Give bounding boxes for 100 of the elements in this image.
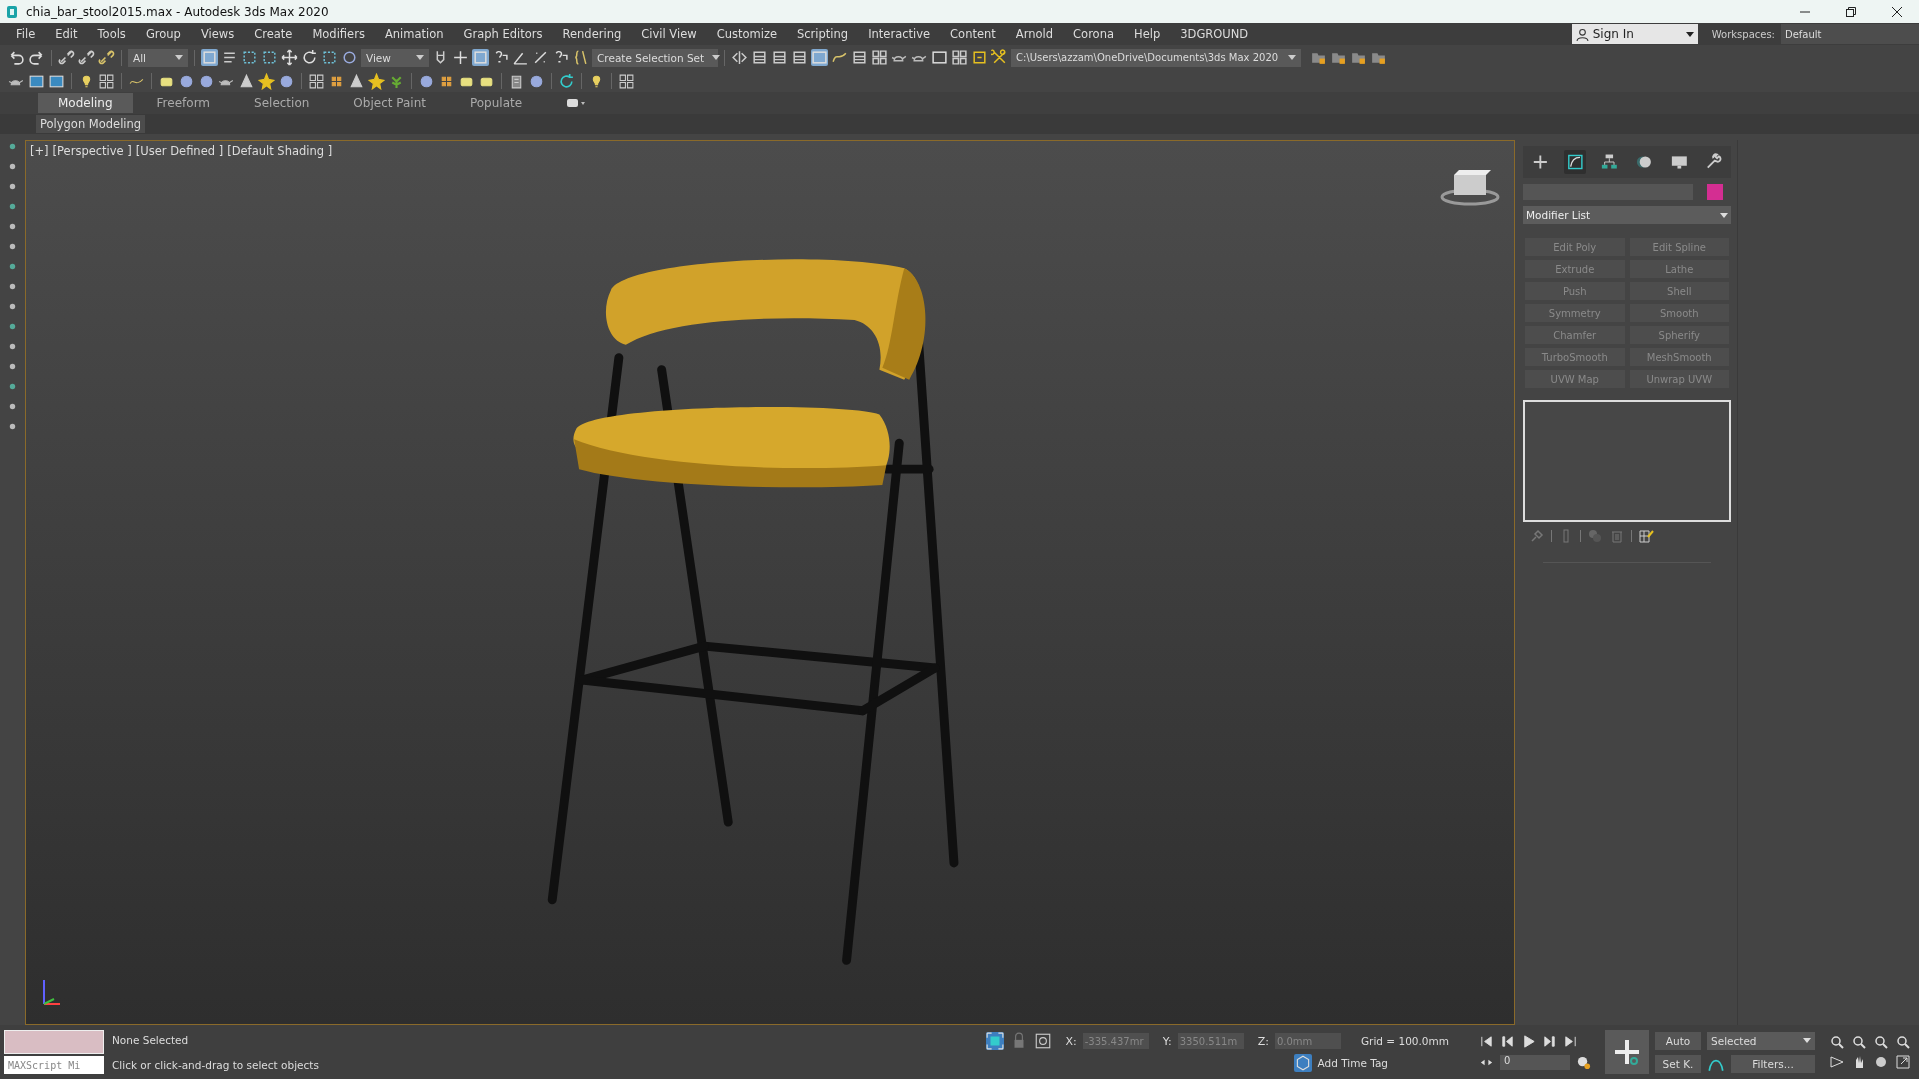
ribbon-tab[interactable]: Modeling	[38, 93, 133, 113]
scale-icon[interactable]	[321, 49, 338, 66]
zoom-all-icon[interactable]	[1851, 1034, 1867, 1050]
current-frame-spinner[interactable]: 0	[1500, 1055, 1570, 1070]
loop-icon[interactable]	[558, 72, 575, 90]
layers-icon[interactable]	[791, 49, 808, 66]
menu-item[interactable]: Corona	[1063, 27, 1124, 41]
link-icon[interactable]	[58, 49, 75, 66]
ribbon-options-icon[interactable]	[566, 98, 587, 108]
zoom-icon[interactable]	[1829, 1034, 1845, 1050]
brace-icon[interactable]	[572, 49, 589, 66]
set-key-button[interactable]	[1605, 1030, 1649, 1074]
viewport-label[interactable]: [+]	[30, 144, 49, 158]
maxscript-listener-field[interactable]	[4, 1030, 104, 1054]
menu-item[interactable]: Graph Editors	[453, 27, 553, 41]
auto-key-button[interactable]: Auto	[1655, 1031, 1701, 1050]
menu-item[interactable]: Views	[190, 27, 245, 41]
dot-icon[interactable]	[8, 362, 17, 371]
add-time-tag-label[interactable]: Add Time Tag	[1317, 1057, 1388, 1069]
isolate-icon[interactable]	[985, 1032, 1004, 1050]
mirror-icon[interactable]	[731, 49, 748, 66]
caret-icon	[1720, 212, 1728, 218]
modify-icon[interactable]	[1563, 150, 1587, 174]
cone-icon[interactable]	[238, 72, 255, 90]
redo-icon[interactable]	[28, 49, 45, 66]
ribbon-tab[interactable]: Object Paint	[333, 93, 446, 113]
restore-icon[interactable]	[1845, 5, 1857, 18]
go-to-end-icon[interactable]	[1563, 1034, 1578, 1049]
workspace-dropdown[interactable]: Default	[1781, 24, 1919, 44]
viewport-label[interactable]: [Default Shading ]	[227, 144, 333, 158]
undo-icon[interactable]	[8, 49, 25, 66]
set-key-mode-button[interactable]: Set K.	[1655, 1054, 1701, 1073]
table-icon[interactable]	[771, 49, 788, 66]
previous-frame-icon[interactable]	[1500, 1034, 1515, 1049]
key-filter-dropdown[interactable]: Selected	[1707, 1031, 1815, 1050]
cone-icon[interactable]	[348, 72, 365, 90]
zoom-extents-icon[interactable]	[1873, 1034, 1889, 1050]
menu-item[interactable]: Edit	[45, 27, 88, 41]
time-config-icon[interactable]	[1576, 1055, 1591, 1070]
ribbon-tab[interactable]: Selection	[234, 93, 330, 113]
scissors-icon[interactable]	[991, 49, 1008, 66]
object-color-swatch[interactable]	[1707, 184, 1723, 200]
project-path-dropdown[interactable]: C:\Users\azzam\OneDrive\Documents\3ds Max 2020	[1011, 48, 1301, 67]
checker-icon[interactable]	[618, 72, 635, 90]
sphere-icon[interactable]	[341, 49, 358, 66]
frame-icon[interactable]	[931, 49, 948, 66]
percent-snap-icon[interactable]	[532, 49, 549, 66]
menu-item[interactable]: Animation	[374, 27, 454, 41]
move-icon[interactable]	[281, 49, 298, 66]
sun-icon[interactable]	[258, 72, 275, 90]
maxscript-mini-field[interactable]: MAXScript Mi	[4, 1056, 104, 1074]
user-icon	[1575, 27, 1589, 41]
filters-button[interactable]: Filters...	[1731, 1054, 1815, 1073]
menu-item[interactable]: Create	[244, 27, 303, 41]
sign-in-dropdown[interactable]: Sign In	[1571, 24, 1698, 44]
time-tag-icon[interactable]	[1293, 1054, 1312, 1072]
unlink-icon[interactable]	[78, 49, 95, 66]
menu-item[interactable]: Interactive	[858, 27, 941, 41]
modifier-stack[interactable]	[1523, 400, 1731, 522]
menu-item[interactable]: Rendering	[552, 27, 632, 41]
dot-icon[interactable]	[8, 322, 17, 331]
menu-item[interactable]: Civil View	[631, 27, 707, 41]
region-icon[interactable]	[241, 49, 258, 66]
configure-icon[interactable]	[1638, 528, 1654, 544]
field-of-view-icon[interactable]	[1829, 1054, 1845, 1070]
menu-item[interactable]: Customize	[706, 27, 787, 41]
perspective-viewport[interactable]: [+] [Perspective ] [User Defined ] [Default Shading ]	[25, 140, 1515, 1025]
maximize-icon[interactable]	[1895, 1054, 1911, 1070]
dot-icon[interactable]	[8, 422, 17, 431]
menu-item[interactable]: Modifiers	[302, 27, 375, 41]
menu-item[interactable]: Group	[135, 27, 191, 41]
align-icon[interactable]	[751, 49, 768, 66]
close-icon[interactable]	[1891, 5, 1903, 18]
selection-set-dropdown[interactable]: Create Selection Set	[592, 48, 718, 67]
dot-icon[interactable]	[8, 162, 17, 171]
menu-item[interactable]: 3DGROUND	[1170, 27, 1259, 41]
menu-item[interactable]: File	[6, 27, 46, 41]
zoom-extents-all-icon[interactable]	[1895, 1034, 1911, 1050]
ribbon-tab[interactable]: Freeform	[136, 93, 231, 113]
reference-coordinate-dropdown[interactable]: View	[361, 48, 429, 67]
ribbon-tab[interactable]: Populate	[449, 93, 543, 113]
play-icon[interactable]	[1521, 1034, 1536, 1049]
viewport-label[interactable]: [User Defined ]	[135, 144, 224, 158]
menu-item[interactable]: Help	[1124, 27, 1171, 41]
modifier-list-dropdown[interactable]: Modifier List	[1523, 206, 1731, 224]
menu-item[interactable]: Content	[940, 27, 1006, 41]
crossing-icon[interactable]	[261, 49, 278, 66]
crosshair-icon[interactable]	[452, 49, 469, 66]
selection-filter-dropdown[interactable]: All	[128, 48, 188, 67]
menu-item[interactable]: Arnold	[1005, 27, 1064, 41]
schematic-icon[interactable]	[851, 49, 868, 66]
ribbon-panel-tab[interactable]: Polygon Modeling	[36, 115, 146, 133]
next-frame-icon[interactable]	[1542, 1034, 1557, 1049]
absolute-mode-icon[interactable]	[1033, 1032, 1052, 1050]
go-to-start-icon[interactable]	[1479, 1034, 1494, 1049]
viewcube-icon[interactable]	[1440, 167, 1500, 207]
viewport-label[interactable]: [Perspective ]	[52, 144, 132, 158]
y-label: Y:	[1162, 1034, 1172, 1048]
menu-item[interactable]: Tools	[87, 27, 136, 41]
menu-item[interactable]: Scripting	[787, 27, 859, 41]
